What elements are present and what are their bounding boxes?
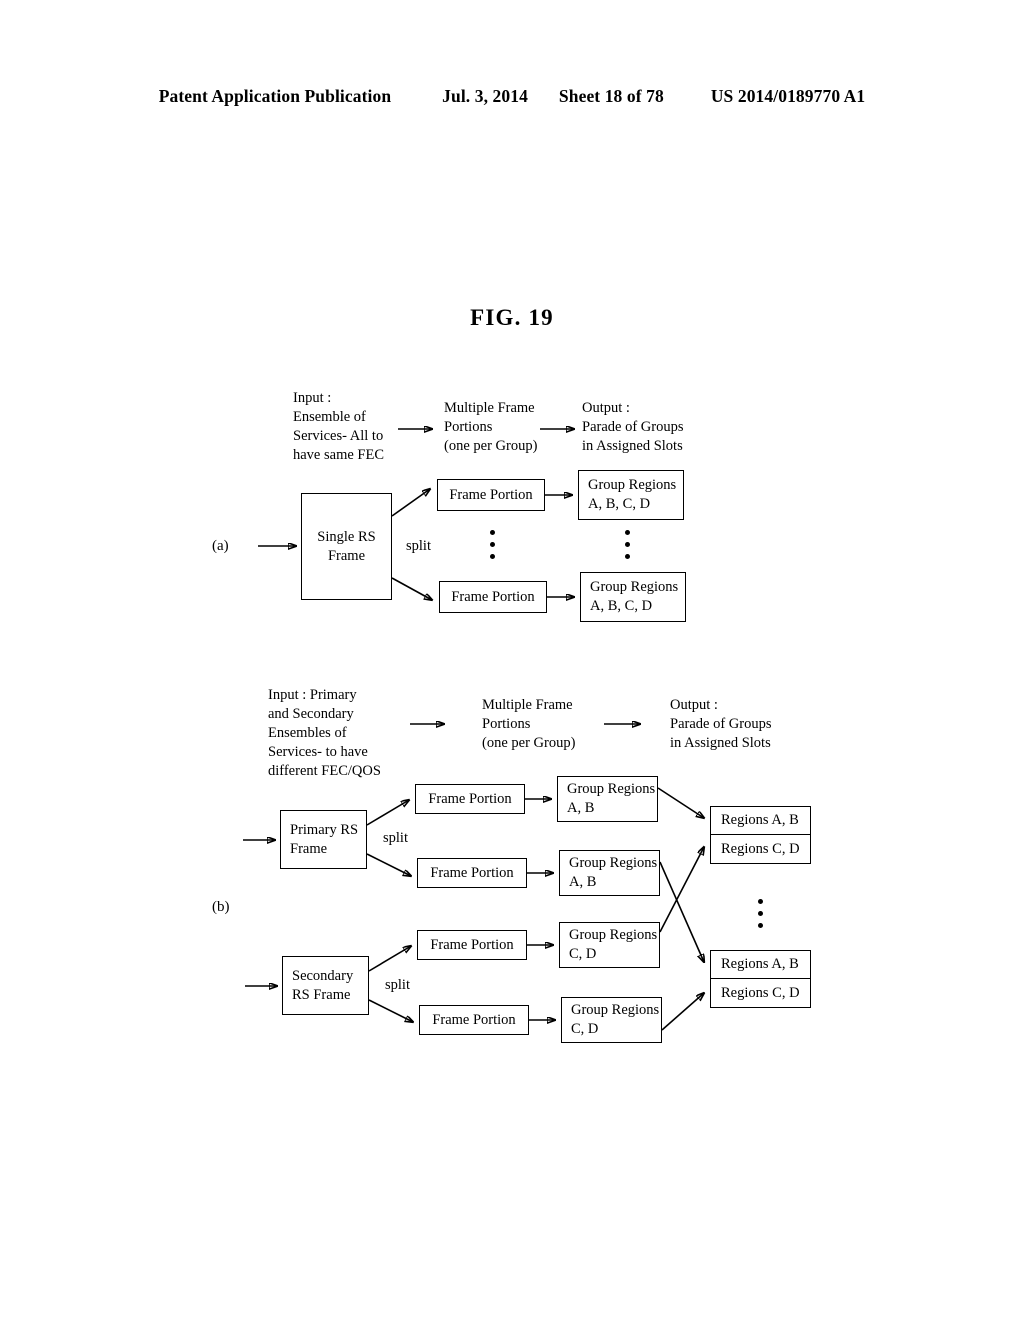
publication-title: Patent Application Publication [158, 86, 392, 106]
diagram-a-middle-heading: Multiple Frame Portions (one per Group) [444, 400, 538, 454]
diagram-b-slot-1-row-bottom: Regions C, D [721, 840, 800, 857]
diagram-b-primary-frame-portion-1-label: Frame Portion [428, 790, 512, 807]
diagram-a-source-box-label: Single RS Frame [317, 528, 376, 564]
diagram-b-secondary-frame-portion-1-label: Frame Portion [430, 936, 514, 953]
diagram-b-primary-split-label: split [383, 830, 408, 846]
diagram-a-source-box: Single RS Frame [301, 493, 392, 600]
diagram-b-secondary-frame-portion-2-label: Frame Portion [432, 1011, 516, 1028]
diagram-a-connectors [258, 0, 1024, 1320]
diagram-b-slot-2-row-bottom: Regions C, D [721, 984, 800, 1001]
diagram-b-slot-2: Regions A, B Regions C, D [710, 950, 811, 1008]
patent-page: Patent Application Publication Jul. 3, 2… [0, 0, 1024, 1320]
diagram-b-primary-frame-portion-2: Frame Portion [417, 858, 527, 888]
publication-header: Patent Application Publication Jul. 3, 2… [0, 86, 1024, 107]
patent-number: US 2014/0189770 A1 [710, 86, 866, 106]
diagram-b-primary-group-regions-1-label: Group Regions A, B [567, 781, 656, 816]
diagram-a-group-regions-1: Group Regions A, B, C, D [578, 470, 684, 520]
diagram-a-input-heading: Input : Ensemble of Services- All to hav… [293, 390, 385, 463]
diagram-b-slot-2-row-top: Regions A, B [711, 951, 810, 979]
diagram-b-output-heading: Output : Parade of Groups in Assigned Sl… [670, 697, 772, 751]
diagram-a-split-label: split [406, 538, 431, 554]
diagram-b-primary-frame-portion-1: Frame Portion [415, 784, 525, 814]
diagram-a-frame-portion-2-label: Frame Portion [451, 588, 535, 605]
diagram-b-secondary-source-box: Secondary RS Frame [282, 956, 369, 1015]
diagram-a-output-heading: Output : Parade of Groups in Assigned Sl… [582, 400, 684, 454]
diagram-b-primary-group-regions-1: Group Regions A, B [557, 776, 658, 822]
publication-date: Jul. 3, 2014 [442, 86, 528, 106]
diagram-b-secondary-frame-portion-1: Frame Portion [417, 930, 527, 960]
diagram-a-group-regions-1-label: Group Regions A, B, C, D [588, 477, 677, 512]
diagram-a-portions-ellipsis [490, 530, 496, 559]
diagram-b-primary-source-box-label: Primary RS Frame [290, 821, 359, 857]
diagram-a-frame-portion-1: Frame Portion [437, 479, 545, 511]
diagram-b-secondary-group-regions-1: Group Regions C, D [559, 922, 660, 968]
diagram-b-primary-group-regions-2-label: Group Regions A, B [569, 855, 658, 890]
diagram-b-slots-ellipsis [758, 899, 764, 928]
sheet-number: Sheet 18 of 78 [558, 86, 664, 106]
diagram-b-secondary-group-regions-2-label: Group Regions C, D [571, 1002, 660, 1037]
diagram-b-primary-source-box: Primary RS Frame [280, 810, 367, 869]
diagram-b-connectors [243, 787, 1024, 1031]
diagram-a-part-label: (a) [212, 538, 229, 554]
diagram-b-primary-frame-portion-2-label: Frame Portion [430, 864, 514, 881]
diagram-b-middle-heading: Multiple Frame Portions (one per Group) [482, 697, 576, 751]
diagram-a-heading-arrows [398, 0, 1024, 1320]
figure-title: FIG. 19 [470, 305, 554, 330]
diagram-b-slot-1-row-top: Regions A, B [711, 807, 810, 835]
diagram-b-slot-1: Regions A, B Regions C, D [710, 806, 811, 864]
diagram-a-frame-portion-2: Frame Portion [439, 581, 547, 613]
diagram-a-groups-ellipsis [625, 530, 631, 559]
diagram-b-heading-arrows [410, 0, 1024, 1320]
diagram-b-secondary-frame-portion-2: Frame Portion [419, 1005, 529, 1035]
diagram-b-secondary-group-regions-2: Group Regions C, D [561, 997, 662, 1043]
diagram-b-primary-group-regions-2: Group Regions A, B [559, 850, 660, 896]
diagram-b-input-heading: Input : Primary and Secondary Ensembles … [268, 687, 381, 779]
diagram-a-group-regions-2: Group Regions A, B, C, D [580, 572, 686, 622]
diagram-b-secondary-group-regions-1-label: Group Regions C, D [569, 927, 658, 962]
diagram-b-part-label: (b) [212, 899, 230, 915]
diagram-a-frame-portion-1-label: Frame Portion [449, 486, 533, 503]
diagram-b-secondary-split-label: split [385, 977, 410, 993]
diagram-b-secondary-source-box-label: Secondary RS Frame [292, 967, 354, 1003]
diagram-a-group-regions-2-label: Group Regions A, B, C, D [590, 579, 679, 614]
